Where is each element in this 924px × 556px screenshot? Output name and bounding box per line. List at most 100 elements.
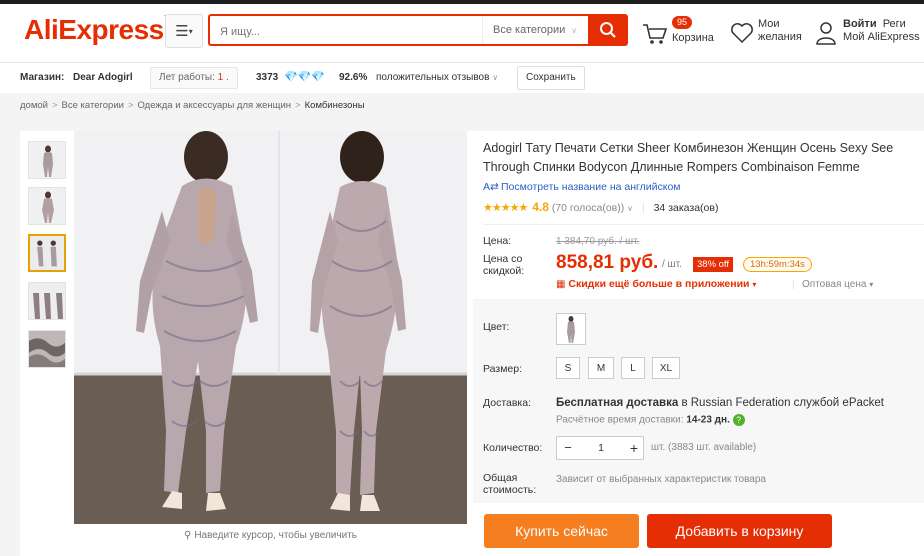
size-label: Размер: [483, 363, 523, 375]
chevron-down-icon: ∨ [571, 26, 578, 35]
shipping-info[interactable]: Бесплатная доставка в Russian Federation… [556, 397, 884, 409]
breadcrumb: домой > Все категории > Одежда и аксессуары … [20, 100, 365, 111]
countdown-timer: 13h:59m:34s [743, 257, 812, 272]
breadcrumb-women-clothing[interactable]: Одежда и аксессуары для женщин [138, 100, 292, 111]
votes-link[interactable]: (70 голоса(ов)) [552, 202, 624, 214]
site-header: AliExpress™ ☰▾ Все категории ∨ 95 Корзина… [0, 4, 924, 62]
total-label-line2: стоимость: [483, 484, 537, 496]
app-deal-link[interactable]: ▦ Скидки ещё больше в приложении ▾ [556, 278, 756, 290]
search-box: Все категории ∨ [208, 14, 588, 46]
search-button[interactable] [588, 14, 628, 46]
price-label: Цена: [483, 235, 512, 247]
wishlist-link[interactable]: Мои желания [730, 18, 810, 54]
store-years-badge: Лет работы: 1 . [150, 67, 238, 89]
size-s-button[interactable]: S [556, 357, 580, 379]
rating-row: ★★★★★ 4.8 (70 голоса(ов)) ∨ | 34 заказа(… [483, 200, 718, 214]
caret-down-icon: ▾ [869, 280, 874, 289]
qr-code-icon: ▦ [556, 279, 566, 290]
product-title: Adogirl Тату Печати Сетки Sheer Комбинез… [483, 141, 894, 174]
total-price-note: Зависит от выбранных характеристик товар… [556, 474, 766, 485]
add-to-cart-button[interactable]: Добавить в корзину [647, 514, 832, 548]
sign-in-link[interactable]: Войти [843, 18, 877, 30]
color-swatch[interactable] [556, 313, 586, 345]
divider: | [792, 279, 795, 290]
total-label: Общая стоимость: [483, 472, 536, 496]
product-thumbnail-image [29, 283, 65, 319]
delivery-time-label: Расчётное время доставки: [556, 414, 684, 426]
thumbnail-2[interactable] [28, 187, 66, 225]
translate-title-link[interactable]: A⇄ Посмотреть название на английском [483, 181, 681, 193]
size-m-button[interactable]: M [588, 357, 614, 379]
chevron-down-icon: ∨ [627, 204, 634, 213]
per-unit: / шт. [662, 259, 682, 270]
my-aliexpress-link[interactable]: Мой AliExpress [843, 31, 920, 44]
categories-menu-button[interactable]: ☰ ▾ [165, 14, 203, 48]
wholesale-price-text: Оптовая цена [802, 279, 867, 290]
logo-text: AliExpress [24, 14, 164, 45]
quantity-input[interactable]: 1 [579, 437, 623, 459]
wishlist-label-line2: желания [758, 31, 802, 43]
product-main-image[interactable] [74, 131, 467, 524]
hamburger-icon: ☰ [175, 23, 189, 40]
quantity-stepper: − 1 + [556, 436, 644, 460]
register-link[interactable]: Реги [883, 18, 906, 30]
heart-icon [731, 23, 753, 44]
current-price: 858,81 руб. [556, 252, 659, 273]
size-l-button[interactable]: L [621, 357, 645, 379]
store-bar: Магазин: Dear Adogirl Лет работы: 1 . 33… [0, 63, 924, 93]
save-store-button[interactable]: Сохранить [517, 66, 585, 90]
feedback-label-text: положительных отзывов [376, 72, 490, 83]
discount-badge: 38% off [693, 257, 734, 272]
search-input[interactable] [218, 22, 472, 42]
decrease-quantity-button[interactable]: − [557, 437, 579, 459]
free-shipping-text: Бесплатная доставка [556, 397, 679, 409]
thumbnail-3-selected[interactable] [28, 234, 66, 272]
feedback-label[interactable]: положительных отзывов ∨ [376, 72, 498, 83]
wholesale-price-link[interactable]: Оптовая цена ▾ [802, 279, 873, 290]
thumbnail-1[interactable] [28, 141, 66, 179]
aliexpress-logo[interactable]: AliExpress™ [24, 14, 172, 46]
breadcrumb-jumpsuits[interactable]: Комбинезоны [305, 100, 365, 111]
caret-down-icon: ▾ [752, 280, 757, 289]
wishlist-label-line1: Мои [758, 18, 780, 30]
translate-icon: A⇄ [483, 181, 499, 193]
buy-now-button[interactable]: Купить сейчас [484, 514, 639, 548]
thumbnail-5[interactable] [28, 330, 66, 368]
translate-title-text: Посмотреть название на английском [501, 181, 681, 193]
search-icon [600, 22, 616, 38]
discount-price-label: Цена со скидкой: [483, 253, 524, 277]
discount-price-label-line2: скидкой: [483, 265, 525, 277]
shipping-destination: в Russian Federation службой ePacket [678, 397, 884, 409]
info-divider [483, 224, 924, 225]
size-xl-button[interactable]: XL [652, 357, 680, 379]
color-swatch-image [567, 316, 575, 343]
cart-icon [643, 24, 668, 44]
cart-label: Корзина [672, 32, 714, 44]
shipping-label: Доставка: [483, 397, 532, 409]
delivery-time: Расчётное время доставки: 14-23 дн. ? [556, 414, 745, 426]
search-category-label: Все категории [493, 24, 566, 36]
store-score: 3373 [256, 72, 279, 83]
orders-count: 34 заказа(ов) [653, 202, 719, 214]
thumbnail-4[interactable] [28, 282, 66, 320]
rating-value: 4.8 [532, 200, 549, 214]
feedback-percent: 92.6% [339, 72, 368, 83]
store-label: Магазин: [20, 72, 65, 83]
chevron-down-icon: ∨ [492, 73, 499, 82]
cart-link[interactable]: 95 Корзина [642, 16, 722, 52]
zoom-hint-text: Наведите курсор, чтобы увеличить [194, 530, 357, 541]
cart-count-badge: 95 [672, 16, 693, 29]
rating-stars-icon: ★★★★★ [483, 202, 528, 214]
account-link[interactable]: Войти Реги Мой AliExpress [815, 18, 924, 54]
store-name-link[interactable]: Dear Adogirl [73, 72, 133, 83]
breadcrumb-all-categories[interactable]: Все категории [62, 100, 124, 111]
store-years-label: Лет работы: [159, 72, 215, 83]
breadcrumb-home[interactable]: домой [20, 100, 48, 111]
diamond-icon: 💎💎💎 [284, 71, 326, 83]
search-category-select[interactable]: Все категории ∨ [482, 16, 590, 44]
total-label-line1: Общая [483, 472, 518, 484]
color-label: Цвет: [483, 321, 510, 333]
divider: | [641, 202, 645, 214]
increase-quantity-button[interactable]: + [623, 437, 645, 459]
help-icon[interactable]: ? [732, 414, 745, 426]
